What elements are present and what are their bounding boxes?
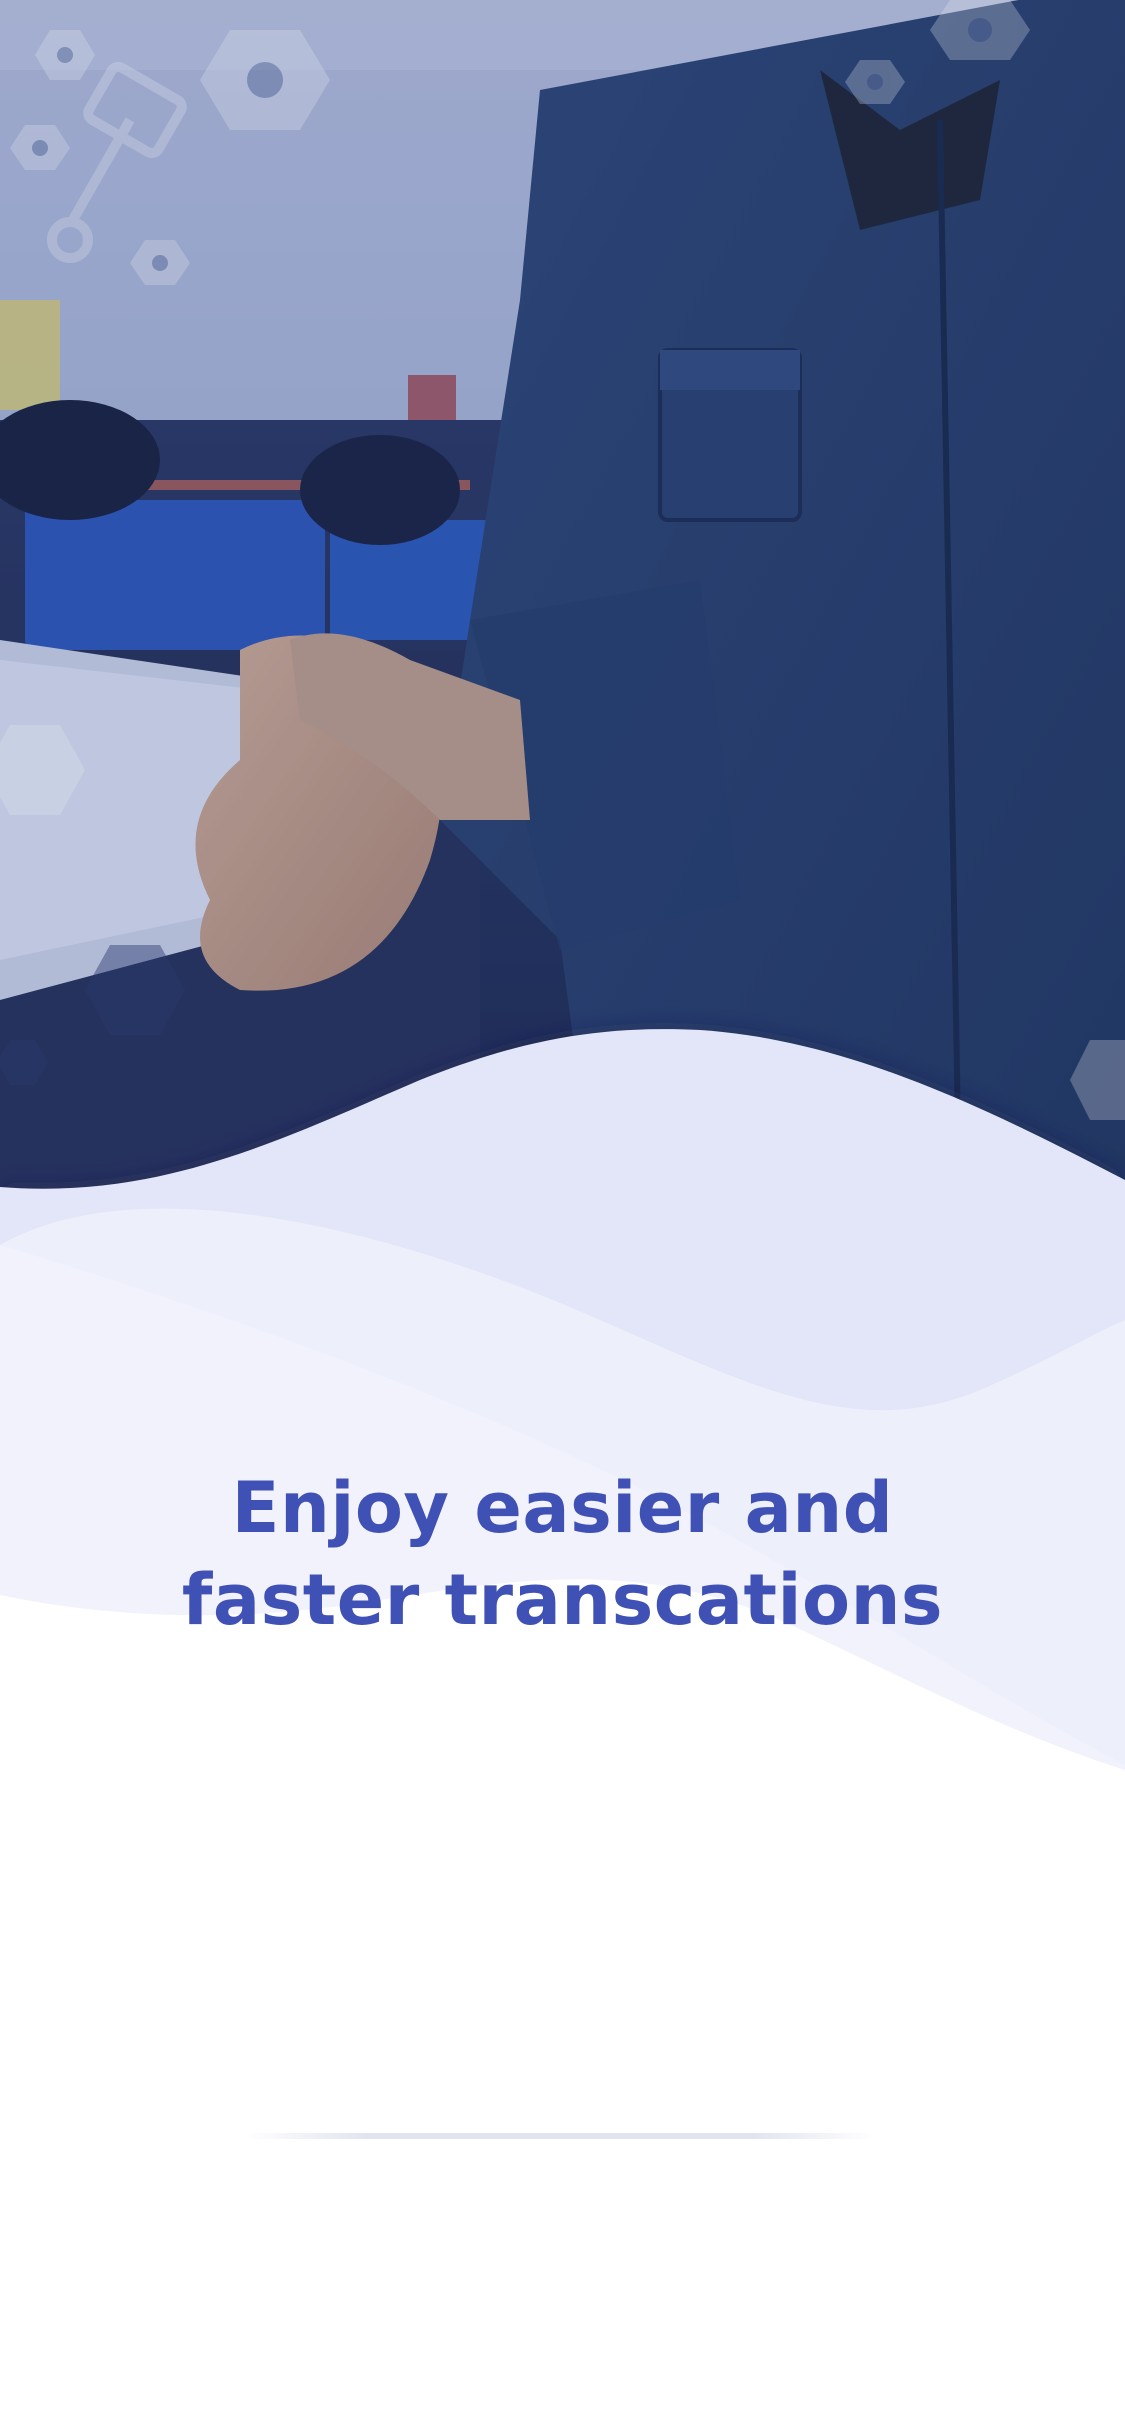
divider: [245, 2133, 875, 2139]
onboarding-headline: Enjoy easier and faster transcations: [0, 1462, 1125, 1646]
wave-background: [0, 1029, 1125, 2436]
headline-line-1: Enjoy easier and: [231, 1467, 894, 1549]
headline-line-2: faster transcations: [181, 1559, 944, 1641]
onboarding-screen: Enjoy easier and faster transcations: [0, 0, 1125, 2436]
